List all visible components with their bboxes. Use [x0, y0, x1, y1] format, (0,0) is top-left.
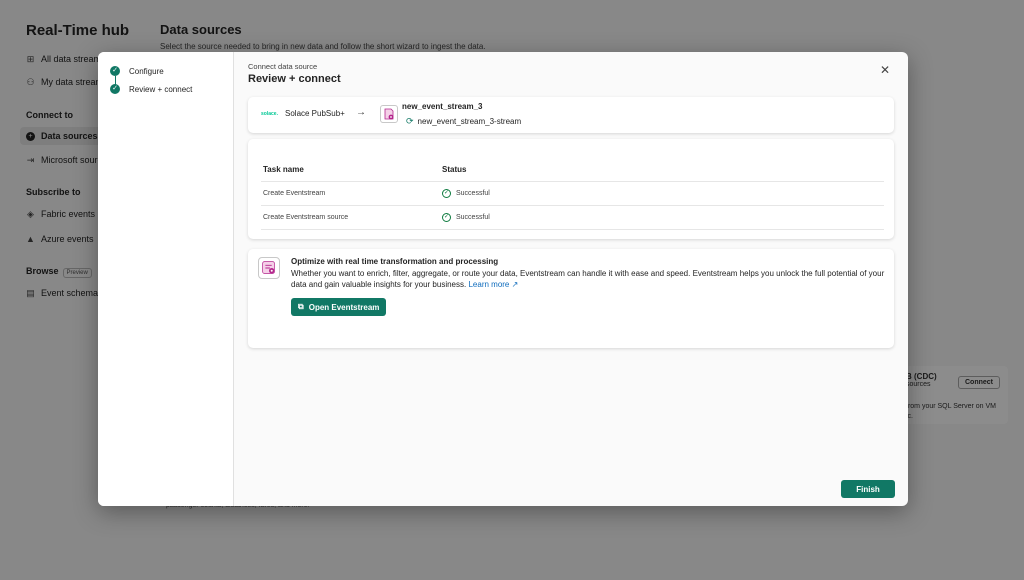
check-icon: ✓ — [110, 84, 120, 94]
arrow-right-icon: → — [356, 107, 366, 118]
close-icon[interactable]: ✕ — [880, 63, 890, 77]
task-name: Create Eventstream source — [263, 214, 349, 221]
solace-logo: solace. — [261, 111, 278, 117]
dialog-main: Connect data source Review + connect ✕ s… — [235, 52, 908, 506]
success-check-icon: ✓ — [442, 213, 451, 222]
success-check-icon: ✓ — [442, 189, 451, 198]
eventstream-processing-icon — [258, 257, 280, 279]
open-external-icon: ⧉ — [298, 302, 304, 311]
task-name: Create Eventstream — [263, 190, 326, 197]
task-status: ✓ Successful — [442, 213, 490, 222]
divider — [261, 205, 884, 206]
open-eventstream-button[interactable]: ⧉ Open Eventstream — [291, 298, 387, 316]
wizard-steps: ✓ Configure ✓ Review + connect — [98, 52, 234, 506]
destination-name: new_event_stream_3 — [402, 102, 483, 111]
column-header-task-name: Task name — [263, 165, 304, 174]
stream-icon: ⟳ — [406, 116, 414, 126]
external-link-icon: ↗ — [509, 280, 519, 289]
optimize-description: Whether you want to enrich, filter, aggr… — [291, 269, 885, 289]
eventstream-icon — [380, 105, 398, 123]
task-table: Task name Status Create Eventstream ✓ Su… — [248, 139, 894, 239]
dialog-kicker: Connect data source — [248, 62, 318, 71]
source-name: Solace PubSub+ — [285, 109, 345, 118]
divider — [261, 229, 884, 230]
dialog-title: Review + connect — [248, 73, 341, 85]
optimize-card: Optimize with real time transformation a… — [248, 249, 894, 348]
optimize-title: Optimize with real time transformation a… — [291, 257, 499, 266]
connect-data-source-dialog: ✓ Configure ✓ Review + connect Connect d… — [98, 52, 908, 506]
learn-more-link[interactable]: Learn more ↗ — [468, 280, 518, 289]
step-review-connect: ✓ Review + connect — [110, 84, 192, 94]
destination-stream: ⟳ new_event_stream_3-stream — [406, 116, 522, 126]
divider — [261, 181, 884, 182]
connection-summary: solace. Solace PubSub+ → new_event_strea… — [248, 97, 894, 133]
check-icon: ✓ — [110, 66, 120, 76]
step-configure: ✓ Configure — [110, 66, 164, 76]
column-header-status: Status — [442, 165, 467, 174]
finish-button[interactable]: Finish — [841, 480, 895, 498]
task-status: ✓ Successful — [442, 189, 490, 198]
